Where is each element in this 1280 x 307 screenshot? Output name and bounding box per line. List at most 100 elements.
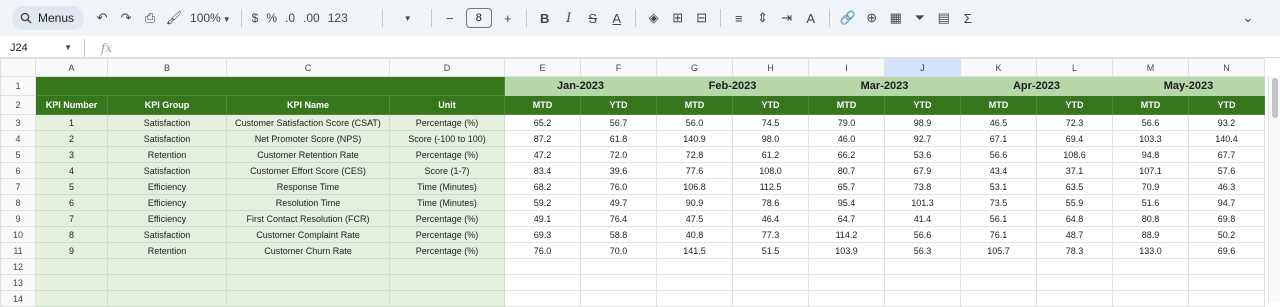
value-cell[interactable]: 53.6: [884, 146, 961, 163]
month-header[interactable]: Jan-2023: [504, 76, 657, 96]
zoom-select[interactable]: 100% ▼: [186, 11, 235, 25]
value-cell[interactable]: 46.5: [960, 114, 1037, 131]
value-cell[interactable]: 101.3: [884, 194, 961, 211]
month-header[interactable]: Feb-2023: [656, 76, 809, 96]
value-cell[interactable]: 43.4: [960, 162, 1037, 179]
value-cell[interactable]: 50.2: [1188, 226, 1265, 243]
month-header[interactable]: Mar-2023: [808, 76, 961, 96]
value-cell[interactable]: 61.8: [580, 130, 657, 147]
value-cell[interactable]: 55.9: [1036, 194, 1113, 211]
value-cell[interactable]: 98.0: [732, 130, 809, 147]
value-cell[interactable]: 51.6: [1112, 194, 1189, 211]
value-cell[interactable]: 48.7: [1036, 226, 1113, 243]
empty-cell[interactable]: [504, 290, 581, 307]
value-cell[interactable]: 72.0: [580, 146, 657, 163]
value-cell[interactable]: 76.1: [960, 226, 1037, 243]
value-cell[interactable]: 47.5: [656, 210, 733, 227]
kpi-group-cell[interactable]: Retention: [107, 146, 227, 163]
empty-cell[interactable]: [884, 290, 961, 307]
empty-cell[interactable]: [1112, 258, 1189, 275]
merge-cells-icon[interactable]: ⊟: [690, 6, 714, 30]
column-header-k[interactable]: K: [960, 58, 1037, 77]
column-header-m[interactable]: M: [1112, 58, 1189, 77]
unit-cell[interactable]: Score (1-7): [389, 162, 505, 179]
value-cell[interactable]: 56.6: [1112, 114, 1189, 131]
empty-cell[interactable]: [808, 274, 885, 291]
empty-cell[interactable]: [226, 258, 390, 275]
column-title-kpi-name[interactable]: KPI Name: [226, 95, 390, 115]
empty-cell[interactable]: [1112, 274, 1189, 291]
empty-cell[interactable]: [960, 274, 1037, 291]
value-cell[interactable]: 67.1: [960, 130, 1037, 147]
kpi-name-cell[interactable]: Customer Retention Rate: [226, 146, 390, 163]
unit-cell[interactable]: Percentage (%): [389, 146, 505, 163]
column-title-unit[interactable]: Unit: [389, 95, 505, 115]
value-cell[interactable]: 94.8: [1112, 146, 1189, 163]
name-box[interactable]: J24 ▼: [0, 42, 78, 54]
row-header[interactable]: 12: [0, 258, 36, 275]
value-cell[interactable]: 103.9: [808, 242, 885, 259]
value-cell[interactable]: 72.8: [656, 146, 733, 163]
value-cell[interactable]: 64.8: [1036, 210, 1113, 227]
kpi-name-cell[interactable]: Customer Satisfaction Score (CSAT): [226, 114, 390, 131]
number-format-button[interactable]: 123: [324, 11, 352, 25]
value-cell[interactable]: 56.0: [656, 114, 733, 131]
text-wrap-icon[interactable]: ⇥: [775, 6, 799, 30]
empty-cell[interactable]: [35, 274, 108, 291]
kpi-group-cell[interactable]: Satisfaction: [107, 130, 227, 147]
column-header-l[interactable]: L: [1036, 58, 1113, 77]
value-cell[interactable]: 56.6: [884, 226, 961, 243]
value-cell[interactable]: 69.4: [1036, 130, 1113, 147]
value-cell[interactable]: 133.0: [1112, 242, 1189, 259]
value-cell[interactable]: 65.7: [808, 178, 885, 195]
empty-cell[interactable]: [732, 274, 809, 291]
column-title-kpi-group[interactable]: KPI Group: [107, 95, 227, 115]
empty-cell[interactable]: [504, 258, 581, 275]
percent-button[interactable]: %: [262, 11, 281, 25]
currency-button[interactable]: $: [248, 11, 263, 25]
empty-cell[interactable]: [960, 258, 1037, 275]
unit-cell[interactable]: Percentage (%): [389, 114, 505, 131]
column-header-f[interactable]: F: [580, 58, 657, 77]
empty-cell[interactable]: [732, 290, 809, 307]
plus-icon[interactable]: +: [496, 6, 520, 30]
italic-icon[interactable]: I: [557, 6, 581, 30]
month-header[interactable]: Apr-2023: [960, 76, 1113, 96]
value-cell[interactable]: 141.5: [656, 242, 733, 259]
select-all-corner[interactable]: [0, 58, 36, 77]
empty-cell[interactable]: [656, 258, 733, 275]
empty-cell[interactable]: [580, 258, 657, 275]
value-cell[interactable]: 106.8: [656, 178, 733, 195]
value-cell[interactable]: 76.0: [580, 178, 657, 195]
value-cell[interactable]: 80.8: [1112, 210, 1189, 227]
comment-icon[interactable]: ⊕: [860, 6, 884, 30]
empty-cell[interactable]: [107, 290, 227, 307]
value-cell[interactable]: 73.5: [960, 194, 1037, 211]
empty-cell[interactable]: [884, 258, 961, 275]
empty-cell[interactable]: [389, 290, 505, 307]
empty-cell[interactable]: [1036, 290, 1113, 307]
value-cell[interactable]: 107.1: [1112, 162, 1189, 179]
kpi-name-cell[interactable]: Resolution Time: [226, 194, 390, 211]
column-header-e[interactable]: E: [504, 58, 581, 77]
kpi-number-cell[interactable]: 2: [35, 130, 108, 147]
value-cell[interactable]: 92.7: [884, 130, 961, 147]
empty-cell[interactable]: [732, 258, 809, 275]
empty-cell[interactable]: [107, 274, 227, 291]
horizontal-align-icon[interactable]: ≡: [727, 6, 751, 30]
empty-cell[interactable]: [960, 290, 1037, 307]
value-cell[interactable]: 108.6: [1036, 146, 1113, 163]
mtd-header[interactable]: MTD: [656, 95, 733, 115]
value-cell[interactable]: 63.5: [1036, 178, 1113, 195]
font-select[interactable]: ▼: [389, 6, 425, 30]
link-icon[interactable]: 🔗: [836, 6, 860, 30]
kpi-group-cell[interactable]: Efficiency: [107, 178, 227, 195]
increase-decimal-button[interactable]: .00: [299, 11, 324, 25]
kpi-number-cell[interactable]: 4: [35, 162, 108, 179]
column-header-n[interactable]: N: [1188, 58, 1265, 77]
unit-cell[interactable]: Time (Minutes): [389, 194, 505, 211]
unit-cell[interactable]: Percentage (%): [389, 226, 505, 243]
decrease-decimal-button[interactable]: .0: [281, 11, 299, 25]
collapse-toolbar-icon[interactable]: ⌄: [1236, 6, 1260, 30]
filter-icon[interactable]: ⏷: [908, 6, 932, 30]
